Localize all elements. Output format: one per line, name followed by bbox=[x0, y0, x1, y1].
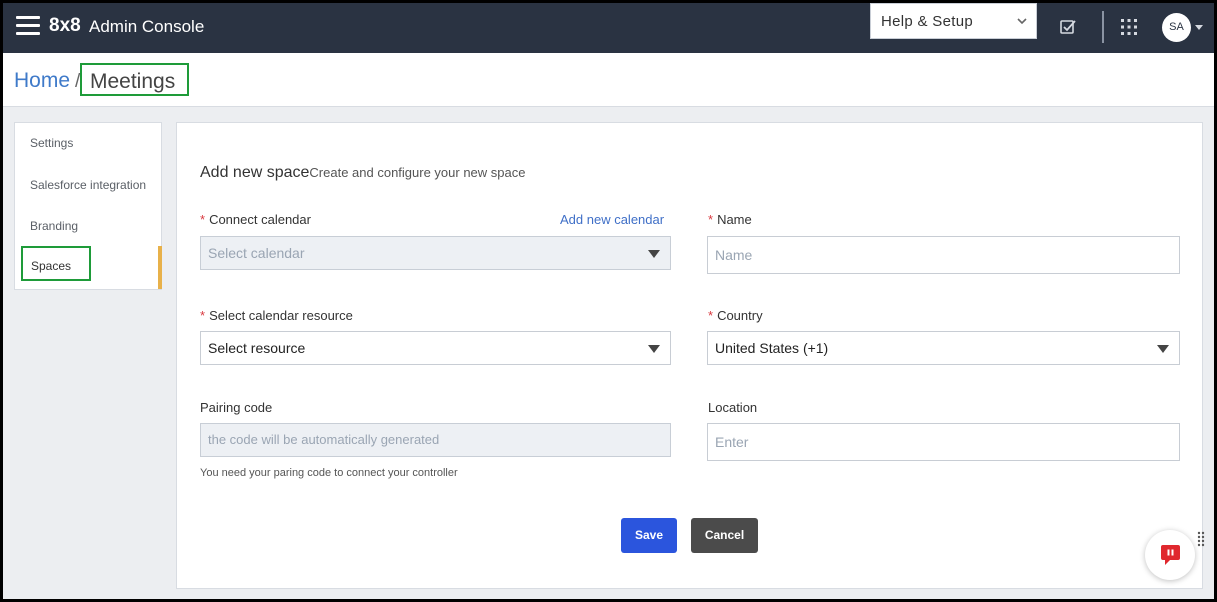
country-select[interactable]: United States (+1) bbox=[707, 331, 1180, 365]
country-value: United States (+1) bbox=[715, 340, 829, 356]
country-label-text: Country bbox=[717, 308, 763, 323]
sidebar-item-spaces[interactable]: Spaces bbox=[21, 246, 91, 281]
sidebar-item-branding[interactable]: Branding bbox=[30, 219, 78, 233]
calendar-resource-value: Select resource bbox=[208, 340, 306, 356]
location-placeholder: Enter bbox=[715, 434, 749, 450]
side-nav: Settings Salesforce integration Branding… bbox=[14, 122, 162, 290]
required-mark: * bbox=[200, 308, 206, 323]
top-bar: 8x8 Admin Console Help & Setup SA bbox=[3, 3, 1214, 53]
connect-calendar-label: * Connect calendar bbox=[200, 212, 311, 227]
calendar-resource-select[interactable]: Select resource bbox=[200, 331, 671, 365]
chat-bubble-icon bbox=[1161, 545, 1180, 565]
sidebar-item-label: Spaces bbox=[31, 259, 72, 273]
app-window: 8x8 Admin Console Help & Setup SA Home /… bbox=[3, 3, 1214, 599]
checkbox-task-icon[interactable] bbox=[1059, 18, 1077, 36]
cancel-button[interactable]: Cancel bbox=[691, 518, 758, 553]
sidebar-item-salesforce-integration[interactable]: Salesforce integration bbox=[30, 178, 146, 192]
add-new-calendar-link[interactable]: Add new calendar bbox=[560, 212, 664, 227]
pairing-code-placeholder: the code will be automatically generated bbox=[208, 432, 440, 447]
drag-handle-icon[interactable] bbox=[1197, 531, 1205, 547]
save-button[interactable]: Save bbox=[621, 518, 677, 553]
form-title: Add new space bbox=[200, 164, 310, 181]
location-label: Location bbox=[708, 400, 758, 415]
caret-down-icon[interactable] bbox=[1195, 25, 1203, 31]
required-mark: * bbox=[200, 212, 206, 227]
name-input[interactable]: Name bbox=[707, 236, 1180, 274]
caret-down-icon bbox=[1157, 345, 1169, 353]
pairing-code-hint: You need your paring code to connect you… bbox=[200, 467, 458, 479]
breadcrumb: Home / Meetings bbox=[3, 53, 1214, 107]
breadcrumb-home-link[interactable]: Home bbox=[14, 69, 70, 93]
required-mark: * bbox=[708, 308, 714, 323]
sidebar-item-settings[interactable]: Settings bbox=[30, 136, 73, 150]
chevron-down-icon bbox=[1017, 18, 1027, 25]
brand-logo: 8x8 bbox=[49, 15, 81, 36]
calendar-resource-label-text: Select calendar resource bbox=[209, 308, 353, 323]
required-mark: * bbox=[708, 212, 714, 227]
toolbar-divider bbox=[1102, 11, 1104, 43]
name-label: * Name bbox=[708, 212, 752, 227]
caret-down-icon bbox=[648, 250, 660, 258]
calendar-resource-label: * Select calendar resource bbox=[200, 308, 353, 323]
apps-grid-icon[interactable] bbox=[1120, 18, 1138, 36]
help-setup-dropdown[interactable]: Help & Setup bbox=[870, 3, 1037, 39]
calendar-select[interactable]: Select calendar bbox=[200, 236, 671, 270]
pairing-code-label: Pairing code bbox=[200, 400, 273, 415]
location-input[interactable]: Enter bbox=[707, 423, 1180, 461]
caret-down-icon bbox=[648, 345, 660, 353]
country-label: * Country bbox=[708, 308, 763, 323]
pairing-code-field: the code will be automatically generated bbox=[200, 423, 671, 457]
page-title: Meetings bbox=[80, 63, 189, 96]
app-title: Admin Console bbox=[89, 17, 205, 36]
active-indicator bbox=[158, 246, 162, 289]
name-placeholder: Name bbox=[715, 247, 753, 263]
form-subtitle: Create and configure your new space bbox=[309, 165, 526, 180]
chat-button[interactable] bbox=[1145, 530, 1195, 580]
connect-calendar-label-text: Connect calendar bbox=[209, 212, 311, 227]
form-heading: Add new spaceCreate and configure your n… bbox=[200, 164, 525, 182]
avatar[interactable]: SA bbox=[1162, 13, 1191, 42]
help-setup-label: Help & Setup bbox=[881, 13, 973, 30]
calendar-select-placeholder: Select calendar bbox=[208, 245, 305, 261]
hamburger-menu-icon[interactable] bbox=[16, 16, 40, 38]
name-label-text: Name bbox=[717, 212, 752, 227]
add-space-form: Add new spaceCreate and configure your n… bbox=[176, 122, 1203, 589]
